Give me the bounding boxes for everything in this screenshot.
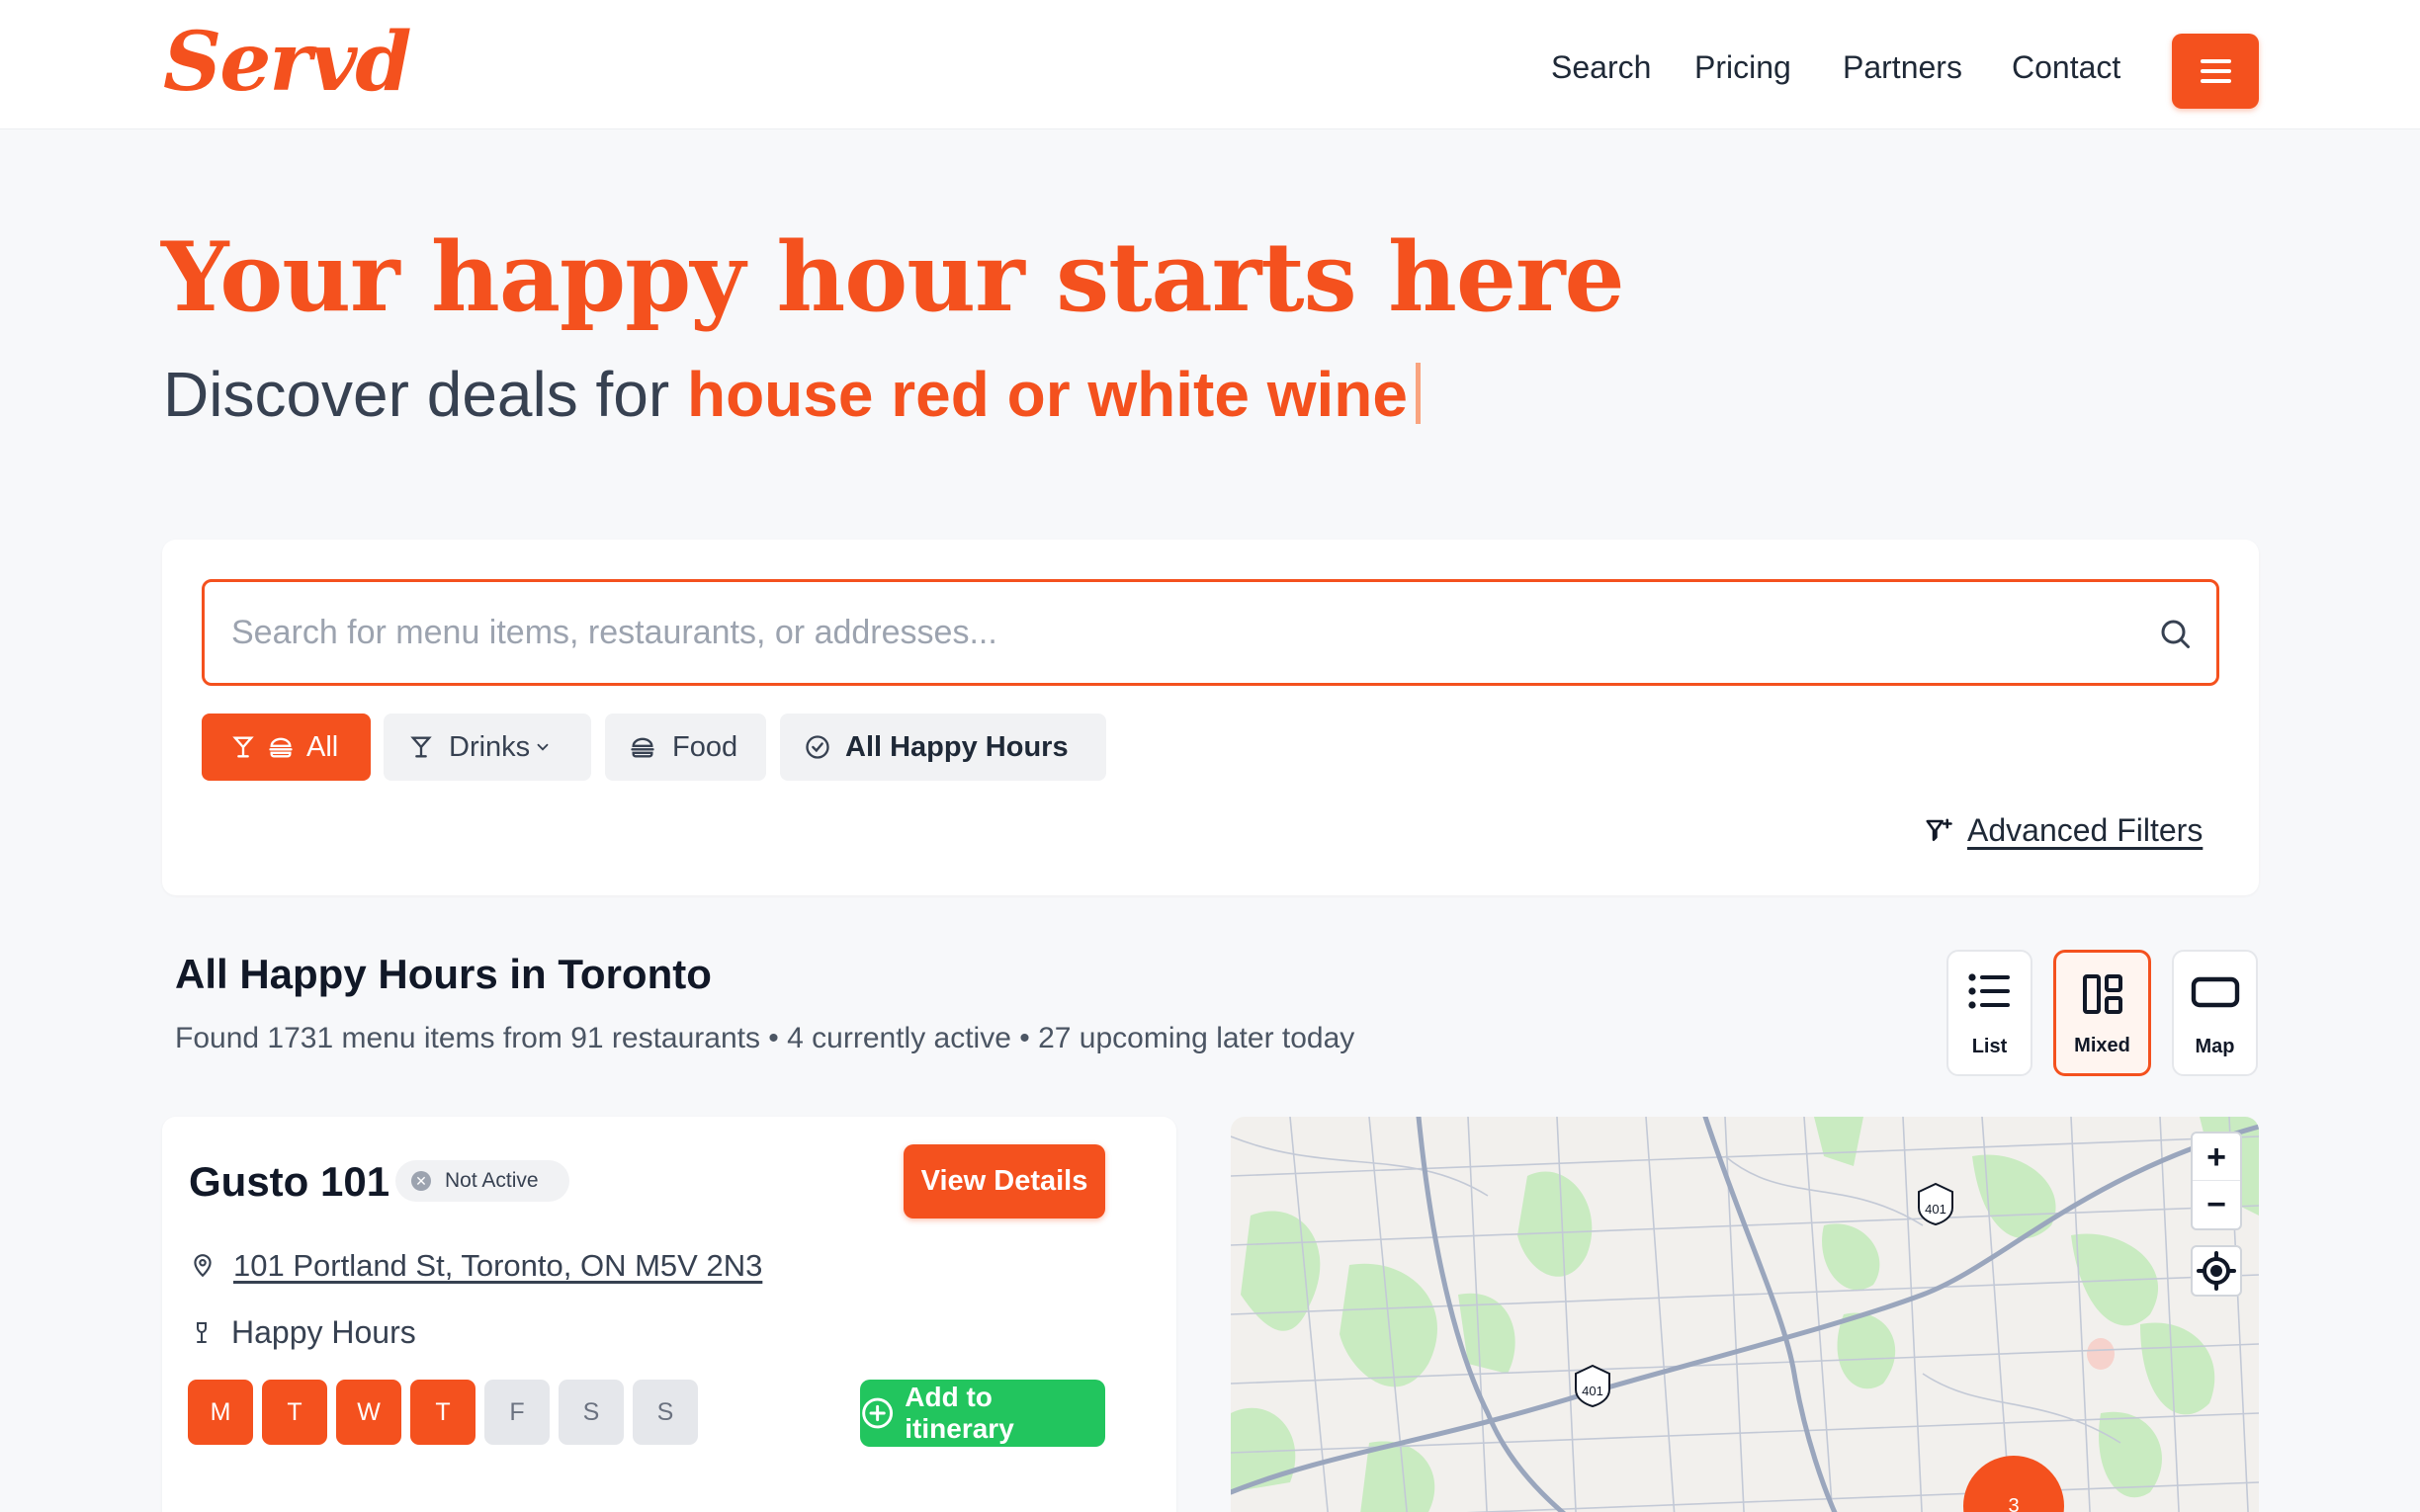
view-details-button[interactable]: View Details <box>904 1144 1105 1218</box>
hero-subtitle-prefix: Discover deals for <box>163 359 687 430</box>
rectangle-map-icon <box>2191 976 2239 1008</box>
top-navigation-bar: Servd Search Pricing Partners Contact <box>0 0 2420 129</box>
filter-chip-drinks[interactable]: Drinks <box>384 714 591 781</box>
chevron-down-icon <box>537 743 549 751</box>
highway-shield-number: 401 <box>1582 1384 1603 1398</box>
map-tiles <box>1231 1117 2259 1512</box>
highway-shield-number: 401 <box>1925 1202 1946 1217</box>
x-circle-icon: ✕ <box>411 1171 431 1191</box>
search-input[interactable] <box>231 582 2110 683</box>
servd-logo[interactable]: Servd <box>163 22 412 103</box>
day-chip-tuesday[interactable]: T <box>262 1380 327 1445</box>
check-circle-icon <box>806 735 829 759</box>
nav-link-search[interactable]: Search <box>1551 49 1651 86</box>
burger-icon <box>269 737 293 758</box>
hamburger-icon-bar <box>2201 79 2231 83</box>
view-toggle-mixed-label: Mixed <box>2074 1035 2130 1056</box>
results-summary: Found 1731 menu items from 91 restaurant… <box>175 1022 1355 1054</box>
status-badge-label: Not Active <box>445 1169 539 1192</box>
search-panel: All Drinks Food All Happy Hours Advanced… <box>162 540 2259 895</box>
hamburger-menu-button[interactable] <box>2172 34 2259 109</box>
filter-chip-drinks-label: Drinks <box>449 730 531 763</box>
add-to-itinerary-button[interactable]: Add to itinerary <box>860 1380 1105 1447</box>
advanced-filters-link[interactable]: Advanced Filters <box>1924 812 2203 849</box>
advanced-filters-label: Advanced Filters <box>1967 812 2204 848</box>
hamburger-icon-bar <box>2201 69 2231 73</box>
cocktail-icon <box>410 736 432 758</box>
day-chip-saturday[interactable]: S <box>559 1380 624 1445</box>
day-chip-wednesday[interactable]: W <box>336 1380 401 1445</box>
view-toggle-map[interactable]: Map <box>2172 950 2258 1076</box>
plus-circle-icon <box>862 1397 894 1429</box>
map-zoom-control: + − <box>2191 1132 2242 1230</box>
typing-caret <box>1415 363 1421 424</box>
filter-chip-food[interactable]: Food <box>605 714 766 781</box>
address-link[interactable]: 101 Portland St, Toronto, ON M5V 2N3 <box>233 1248 762 1284</box>
status-badge: ✕ Not Active <box>395 1160 569 1202</box>
crosshair-locate-icon <box>2197 1251 2236 1291</box>
filter-chip-all-happy-hours[interactable]: All Happy Hours <box>780 714 1106 781</box>
view-toggle-list-label: List <box>1971 1036 2008 1057</box>
nav-link-contact[interactable]: Contact <box>2012 49 2120 86</box>
search-field[interactable] <box>202 579 2219 686</box>
view-toggle-list[interactable]: List <box>1946 950 2032 1076</box>
add-to-itinerary-label: Add to itinerary <box>905 1382 1014 1444</box>
hero-title: Your happy hour starts here <box>161 221 1625 333</box>
locate-me-button[interactable] <box>2191 1245 2242 1297</box>
day-chip-thursday[interactable]: T <box>410 1380 475 1445</box>
wine-glass-icon <box>197 1321 207 1343</box>
cocktail-icon <box>232 736 254 758</box>
day-chip-friday[interactable]: F <box>484 1380 550 1445</box>
highway-401-shield-icon: 401 <box>1918 1182 1953 1225</box>
view-toggle-map-label: Map <box>2195 1036 2235 1057</box>
restaurant-card: Gusto 101 ✕ Not Active View Details 101 … <box>162 1117 1176 1512</box>
zoom-out-button[interactable]: − <box>2193 1181 2240 1228</box>
nav-link-partners[interactable]: Partners <box>1843 49 1962 86</box>
filter-plus-icon <box>1926 818 1952 841</box>
view-toggle-mixed[interactable]: Mixed <box>2053 950 2151 1076</box>
hero-subtitle: Discover deals for house red or white wi… <box>163 360 1421 429</box>
filter-chip-all-label: All <box>306 730 339 763</box>
happy-hours-label: Happy Hours <box>231 1314 416 1350</box>
results-title: All Happy Hours in Toronto <box>175 951 712 997</box>
search-icon[interactable] <box>2157 616 2193 651</box>
happy-hours-heading: Happy Hours <box>190 1314 416 1351</box>
list-icon <box>1967 973 2010 1009</box>
day-chip-sunday[interactable]: S <box>633 1380 698 1445</box>
filter-chip-all-happy-hours-label: All Happy Hours <box>845 730 1069 763</box>
restaurant-name: Gusto 101 <box>189 1158 390 1205</box>
zoom-in-button[interactable]: + <box>2193 1134 2240 1181</box>
day-chip-monday[interactable]: M <box>188 1380 253 1445</box>
hamburger-icon <box>2201 59 2231 63</box>
restaurant-address: 101 Portland St, Toronto, ON M5V 2N3 <box>190 1248 762 1284</box>
results-map[interactable]: 401 401 + − 3 <box>1231 1117 2259 1512</box>
filter-chip-all[interactable]: All <box>202 714 371 781</box>
map-pin-icon <box>194 1254 212 1278</box>
filter-chip-food-label: Food <box>672 730 738 763</box>
burger-icon <box>631 737 654 758</box>
highway-401-shield-icon: 401 <box>1575 1364 1610 1407</box>
hero-subtitle-highlight: house red or white wine <box>686 359 1408 430</box>
nav-link-pricing[interactable]: Pricing <box>1694 49 1791 86</box>
layout-dashboard-icon <box>2082 974 2122 1014</box>
